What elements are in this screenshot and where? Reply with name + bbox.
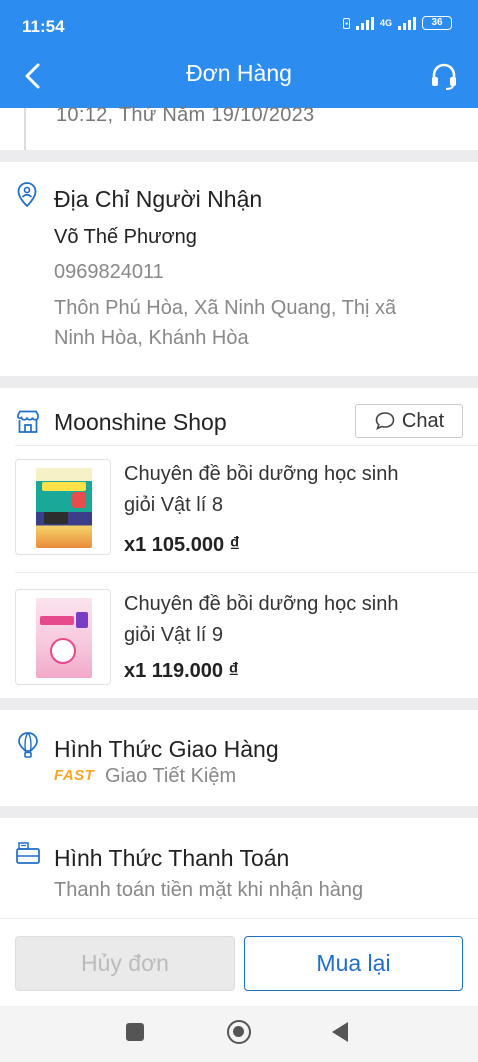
volte-icon: ▪: [343, 17, 350, 29]
status-time: 11:54: [22, 17, 65, 36]
status-icons: ▪ 4G 36: [343, 16, 452, 30]
recent-apps-icon[interactable]: [126, 1023, 144, 1041]
shipping-title: Hình Thức Giao Hàng: [54, 736, 279, 762]
book-cover-image: [36, 468, 92, 548]
recipient-name: Võ Thế Phương: [54, 226, 197, 248]
payment-title: Hình Thức Thanh Toán: [54, 845, 290, 871]
back-triangle-icon[interactable]: [332, 1022, 348, 1042]
cancel-order-button[interactable]: Hủy đơn: [15, 936, 235, 991]
chat-button[interactable]: Chat: [355, 404, 463, 438]
section-divider: [0, 698, 478, 710]
shop-icon: [16, 410, 39, 433]
support-button[interactable]: [428, 60, 460, 92]
recipient-phone: 0969824011: [54, 261, 164, 283]
product-thumbnail[interactable]: [15, 589, 111, 685]
signal-icon-2: [398, 16, 416, 30]
battery-icon: 36: [422, 16, 452, 30]
product-thumbnail[interactable]: [15, 459, 111, 555]
product-qty-price: x1 105.000 ₫: [124, 534, 240, 556]
network-type: 4G: [379, 18, 392, 28]
address-line-2: Ninh Hòa, Khánh Hòa: [54, 327, 249, 349]
status-bar: 11:54 ▪ 4G 36: [0, 0, 478, 52]
home-icon[interactable]: [227, 1020, 251, 1044]
section-divider: [0, 806, 478, 818]
section-divider: [0, 376, 478, 388]
row-divider: [15, 572, 478, 573]
product-qty-price: x1 119.000 ₫: [124, 660, 239, 682]
chat-label: Chat: [401, 409, 445, 432]
product-title-line-2[interactable]: giỏi Vật lí 9: [124, 620, 454, 650]
product-title-line-1[interactable]: Chuyên đề bồi dưỡng học sinh: [124, 459, 454, 489]
signal-icon: [355, 16, 374, 30]
headset-icon: [432, 63, 456, 90]
shop-name: Moonshine Shop: [54, 409, 227, 435]
chat-bubble-icon: [375, 412, 395, 431]
hot-air-balloon-icon: [16, 731, 38, 758]
rebuy-button[interactable]: Mua lại: [244, 936, 463, 991]
cash-register-icon: [15, 841, 40, 864]
page-title: Đơn Hàng: [186, 60, 292, 86]
address-line-1: Thôn Phú Hòa, Xã Ninh Quang, Thị xã: [54, 297, 397, 319]
product-title-line-1[interactable]: Chuyên đề bồi dưỡng học sinh: [124, 589, 454, 619]
fast-badge: FAST: [54, 767, 95, 784]
timeline-line: [24, 108, 26, 150]
order-time: 10:12, Thứ Năm 19/10/2023: [56, 104, 315, 126]
book-cover-image: [36, 598, 92, 678]
bottom-action-bar: Hủy đơn Mua lại: [0, 918, 478, 1006]
payment-method: Thanh toán tiền mặt khi nhận hàng: [54, 879, 364, 901]
shipping-method: Giao Tiết Kiệm: [105, 765, 237, 787]
address-title: Địa Chỉ Người Nhận: [54, 186, 263, 212]
section-divider: [0, 150, 478, 162]
row-divider: [15, 445, 478, 446]
app-header: 11:54 ▪ 4G 36 Đơn Hàng: [0, 0, 478, 108]
product-title-line-2[interactable]: giỏi Vật lí 8: [124, 490, 454, 520]
system-nav-bar: [0, 1006, 478, 1062]
location-pin-icon: [16, 181, 38, 208]
